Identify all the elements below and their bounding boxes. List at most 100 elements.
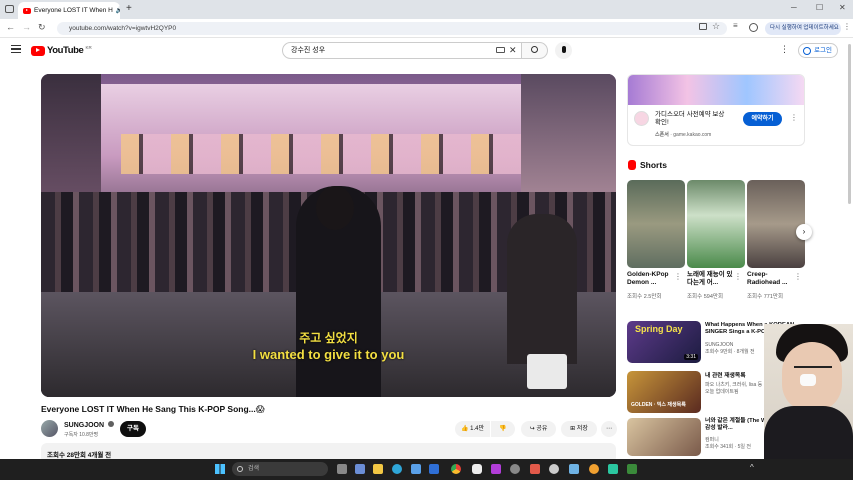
maximize-icon[interactable]: ☐ — [816, 3, 823, 12]
short-views-1: 조회수 2.5만회 — [627, 294, 662, 300]
address-bar-row: ← → ↻ youtube.com/watch?v=igwtvH2QYP0 ☆ … — [0, 19, 853, 38]
search-input[interactable]: 강수진 성우 ✕ — [282, 42, 522, 59]
related-thumb-text-2: GOLDEN · 믹스 재생목록 — [631, 402, 686, 408]
settings-menu-icon[interactable]: ⋮ — [780, 44, 789, 55]
app-icon-9[interactable] — [510, 464, 520, 474]
browser-menu-icon[interactable]: ⋮ — [843, 22, 851, 31]
widgets-icon[interactable] — [355, 464, 365, 474]
task-view-icon[interactable] — [337, 464, 347, 474]
channel-name[interactable]: SUNGJOON — [64, 421, 115, 429]
short-thumbnail-3[interactable] — [747, 180, 805, 268]
save-label: 저장 — [576, 426, 588, 432]
app-icon-8[interactable] — [491, 464, 501, 474]
close-window-icon[interactable]: ✕ — [839, 3, 846, 12]
app-icon-14[interactable] — [608, 464, 618, 474]
related-thumb-text-1: Spring Day — [635, 324, 683, 334]
short-menu-icon-1[interactable]: ⋮ — [674, 272, 682, 281]
video-title: Everyone LOST IT When He Sang This K-POP… — [41, 404, 265, 414]
browser-tab[interactable]: Everyone LOST IT When H 🔊 ✕ — [18, 2, 120, 19]
account-icon — [803, 47, 811, 55]
video-player[interactable]: 주고 싶었지 I wanted to give it to you — [41, 74, 616, 397]
microphone-icon — [561, 46, 566, 53]
more-actions-button[interactable]: ⋯ — [601, 421, 617, 437]
youtube-logo[interactable]: YouTube KR — [31, 45, 92, 56]
subscribe-button[interactable]: 구독 — [120, 421, 146, 437]
app-icon-13[interactable] — [589, 464, 599, 474]
share-label: 공유 — [536, 426, 548, 432]
forward-icon[interactable]: → — [22, 22, 31, 32]
voice-search-button[interactable] — [555, 42, 572, 59]
back-icon[interactable]: ← — [6, 22, 15, 32]
chrome-icon[interactable] — [451, 464, 461, 474]
subscriber-count: 구독자 10.8만명 — [64, 432, 99, 438]
taskbar-search[interactable]: 검색 — [232, 462, 328, 476]
update-button[interactable]: 다시 실행하여 업데이트하세요 — [765, 22, 841, 35]
search-button[interactable] — [521, 42, 548, 59]
short-thumbnail-1[interactable] — [627, 180, 685, 268]
new-tab-button[interactable]: + — [126, 3, 132, 14]
profile-icon[interactable] — [749, 23, 758, 32]
related-thumbnail-3[interactable] — [627, 418, 701, 456]
short-title-3[interactable]: Creep-Radiohead ... — [747, 271, 793, 287]
ad-card[interactable]: 가디스오더 사전예약 보상 확인! 스폰서 · game.kakao.com 예… — [627, 74, 805, 146]
short-menu-icon-2[interactable]: ⋮ — [734, 272, 742, 281]
save-button[interactable]: ⊞ 저장 — [561, 421, 597, 437]
subscribe-label: 구독 — [127, 425, 139, 432]
youtube-wordmark: YouTube — [47, 45, 84, 56]
short-title-1[interactable]: Golden-KPop Demon ... — [627, 271, 673, 287]
short-thumbnail-2[interactable] — [687, 180, 745, 268]
short-title-2[interactable]: 노래에 재능이 있다는게 어... — [687, 271, 733, 287]
zoom-app-icon[interactable] — [472, 464, 482, 474]
login-label: 로그인 — [814, 47, 832, 54]
windows-start-icon[interactable] — [215, 464, 225, 474]
duration-badge-1: 3:31 — [684, 354, 698, 360]
edge-icon[interactable] — [392, 464, 402, 474]
minimize-icon[interactable]: ─ — [791, 3, 797, 12]
file-explorer-icon[interactable] — [373, 464, 383, 474]
app-icon-15[interactable] — [627, 464, 637, 474]
browser-tab-bar: Everyone LOST IT When H 🔊 ✕ + ─ ☐ ✕ — [0, 0, 853, 19]
taskbar-search-icon — [237, 466, 243, 472]
word-icon[interactable] — [429, 464, 439, 474]
shorts-icon — [628, 160, 636, 170]
share-button[interactable]: ↪ 공유 — [521, 421, 556, 437]
more-icon: ⋯ — [606, 426, 612, 432]
login-button[interactable]: 로그인 — [798, 43, 838, 58]
ad-cta-button[interactable]: 예약하기 — [743, 112, 782, 126]
store-icon[interactable] — [411, 464, 421, 474]
ad-menu-icon[interactable]: ⋮ — [790, 113, 798, 122]
channel-name-text: SUNGJOON — [64, 422, 105, 429]
photos-icon[interactable] — [569, 464, 579, 474]
channel-avatar[interactable] — [41, 420, 58, 437]
ad-logo — [634, 111, 649, 126]
tab-actions-icon[interactable] — [5, 5, 14, 13]
app-icon-11[interactable] — [549, 464, 559, 474]
bookmark-star-icon[interactable]: ☆ — [712, 21, 720, 32]
short-menu-icon-3[interactable]: ⋮ — [794, 272, 802, 281]
page-scrollbar[interactable] — [848, 44, 851, 204]
hamburger-menu-icon[interactable] — [11, 45, 21, 53]
related-thumbnail-2[interactable]: GOLDEN · 믹스 재생목록 — [627, 371, 701, 413]
clear-search-icon[interactable]: ✕ — [509, 43, 517, 58]
reload-icon[interactable]: ↻ — [38, 22, 46, 33]
ad-sponsor-label: 스폰서 — [655, 132, 669, 138]
shorts-header-label: Shorts — [640, 160, 667, 170]
ad-banner-image — [628, 75, 804, 105]
url-text: youtube.com/watch?v=igwtvH2QYP0 — [69, 25, 177, 32]
ad-cta-label: 예약하기 — [751, 116, 774, 122]
like-button[interactable]: 👍 1.4만 — [455, 421, 490, 437]
app-icon-10[interactable] — [530, 464, 540, 474]
youtube-favicon-icon — [23, 7, 31, 14]
search-input-value: 강수진 성우 — [291, 47, 326, 54]
keyboard-icon[interactable] — [496, 47, 505, 53]
tab-audio-icon[interactable]: 🔊 — [116, 7, 120, 14]
tray-overflow-icon[interactable]: ^ — [750, 463, 754, 472]
url-field[interactable]: youtube.com/watch?v=igwtvH2QYP0 — [57, 22, 727, 35]
dislike-button[interactable]: 👎 — [491, 421, 515, 437]
cast-icon[interactable] — [699, 23, 707, 30]
description-meta: 조회수 28만회 4개월 전 — [47, 452, 112, 459]
related-thumbnail-1[interactable]: Spring Day 3:31 — [627, 321, 701, 363]
reading-list-icon[interactable]: ≡ — [733, 21, 738, 30]
webcam-eyes — [794, 366, 832, 370]
shorts-next-button[interactable]: › — [796, 224, 812, 240]
